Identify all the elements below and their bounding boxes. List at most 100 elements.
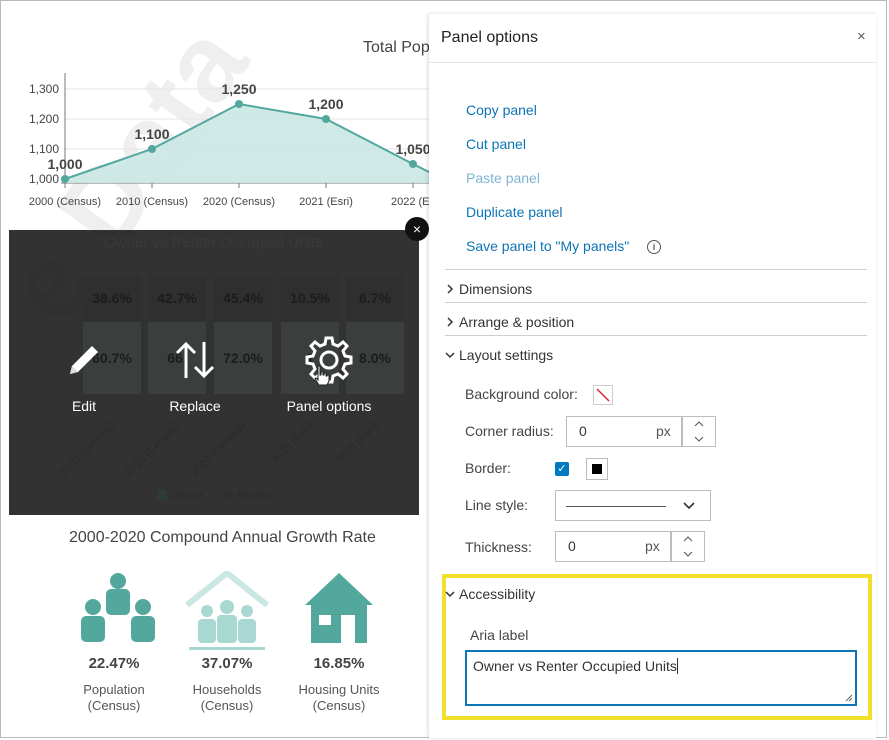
x-tick-label: 2020 (Census) xyxy=(203,196,275,208)
increment-button[interactable] xyxy=(683,417,715,432)
housing-icon xyxy=(305,573,373,643)
x-tick-label: 2021 (Esri) xyxy=(299,196,353,208)
divider xyxy=(445,335,867,336)
chevron-down-icon xyxy=(445,591,455,598)
data-label: 1,050 xyxy=(395,141,430,157)
pencil-icon xyxy=(70,346,98,374)
accessibility-label: Accessibility xyxy=(459,586,536,602)
growth-rate-title: 2000-2020 Compound Annual Growth Rate xyxy=(69,529,376,546)
overlay-close-button[interactable]: × xyxy=(405,217,429,241)
legend-owner: Owner xyxy=(171,490,204,502)
divider xyxy=(445,269,867,270)
thickness-input[interactable]: 0 px xyxy=(555,531,671,562)
thickness-stepper[interactable] xyxy=(671,531,705,562)
panel-action-overlay: 100% 80% 60% 40% 20% 0% 38.6% 60.7% 2000 (Census… xyxy=(9,230,419,515)
aria-label-value: Owner vs Renter Occupied Units xyxy=(473,658,677,674)
data-point xyxy=(322,115,330,123)
aria-label-caption: Aria label xyxy=(470,627,529,643)
paste-panel-link: Paste panel xyxy=(466,170,540,186)
area-fill xyxy=(65,104,431,183)
data-label: 1,100 xyxy=(134,126,169,142)
increment-button[interactable] xyxy=(672,532,704,547)
chevron-down-icon xyxy=(445,352,455,359)
data-point xyxy=(61,175,69,183)
text-cursor xyxy=(676,658,678,674)
background-color-swatch[interactable] xyxy=(593,385,613,405)
resize-handle-icon[interactable] xyxy=(845,694,853,702)
divider xyxy=(445,302,867,303)
x-tick-label: 2020 (Census) xyxy=(189,420,249,480)
report-canvas: e Data Total Pop 1,000 1,100 1,200 1,300 1,0… xyxy=(1,1,431,737)
dimensions-section[interactable]: Dimensions xyxy=(447,281,533,297)
decrement-button[interactable] xyxy=(672,547,704,562)
line-style-label: Line style: xyxy=(465,497,529,513)
data-label: 1,000 xyxy=(47,156,82,172)
replace-action[interactable]: Replace xyxy=(155,330,235,414)
chevron-down-icon xyxy=(683,551,693,557)
edit-action[interactable]: Edit xyxy=(49,330,119,414)
layout-settings-section[interactable]: Layout settings xyxy=(445,347,553,363)
x-tick-label: 2025 (Esri) xyxy=(269,420,316,467)
duplicate-panel-link[interactable]: Duplicate panel xyxy=(466,204,563,220)
corner-radius-input[interactable]: 0 px xyxy=(566,416,682,447)
replace-label: Replace xyxy=(169,398,221,414)
chevron-up-icon xyxy=(683,536,693,542)
bar-top-label: 6.7% xyxy=(359,290,391,306)
x-tick-label: 2010 (Census) xyxy=(123,420,183,480)
data-point xyxy=(148,145,156,153)
data-label: 1,250 xyxy=(221,81,256,97)
y-tick-label: 60% xyxy=(47,315,71,329)
color-fill xyxy=(592,464,602,474)
border-color-swatch[interactable] xyxy=(586,458,608,480)
save-panel-link[interactable]: Save panel to "My panels" xyxy=(466,238,629,254)
aria-label-textarea[interactable]: Owner vs Renter Occupied Units xyxy=(465,650,857,706)
border-label: Border: xyxy=(465,460,511,476)
households-sub: (Census) xyxy=(200,698,254,713)
households-value: 37.07% xyxy=(201,655,253,672)
panel-header: Panel options × xyxy=(429,14,876,63)
data-point xyxy=(235,100,243,108)
info-icon[interactable]: i xyxy=(647,240,661,254)
households-label: Households xyxy=(192,682,262,697)
data-label: 1,200 xyxy=(308,96,343,112)
panel-close-button[interactable]: × xyxy=(857,28,866,45)
legend-swatch-renter xyxy=(223,490,233,500)
thickness-value: 0 xyxy=(568,538,576,554)
x-tick-label: 2000 (Census) xyxy=(58,420,118,480)
chevron-up-icon xyxy=(694,421,704,427)
background-color-label: Background color: xyxy=(465,386,578,402)
swap-vertical-icon xyxy=(175,341,215,379)
arrange-section[interactable]: Arrange & position xyxy=(447,314,575,330)
thickness-label: Thickness: xyxy=(465,539,532,555)
cut-panel-link[interactable]: Cut panel xyxy=(466,136,526,152)
households-icon xyxy=(185,571,269,650)
accessibility-section[interactable]: Accessibility xyxy=(445,586,536,602)
x-tick-label: 2030 (Esri) xyxy=(334,420,381,467)
x-tick-label: 2010 (Census) xyxy=(116,196,188,208)
chevron-down-icon xyxy=(694,436,704,442)
population-value: 22.47% xyxy=(88,655,140,672)
population-label: Population xyxy=(83,682,145,697)
copy-panel-link[interactable]: Copy panel xyxy=(466,102,537,118)
no-color-icon xyxy=(596,388,610,402)
bar-top-label: 38.6% xyxy=(92,290,132,306)
decrement-button[interactable] xyxy=(683,432,715,447)
panel-options-label: Panel options xyxy=(286,398,372,414)
housing-value: 16.85% xyxy=(313,655,365,672)
arrange-label: Arrange & position xyxy=(459,314,575,330)
border-checkbox[interactable]: ✓ xyxy=(555,462,569,476)
population-sub: (Census) xyxy=(87,698,141,713)
x-tick-label: 2022 (Es xyxy=(391,196,431,208)
panel-options-action[interactable]: Panel options xyxy=(277,330,381,414)
line-style-select[interactable] xyxy=(555,490,711,521)
corner-radius-value: 0 xyxy=(579,423,587,439)
y-tick-label: 100% xyxy=(40,266,71,280)
overlay-chart-title: Owner vs Renter Occupied Units xyxy=(104,234,323,251)
y-tick-label: 1,000 xyxy=(29,172,59,186)
dimensions-label: Dimensions xyxy=(459,281,533,297)
bar-top-label: 45.4% xyxy=(223,290,263,306)
population-area-chart[interactable]: 1,0001,1001,2001,3001,0002000 (Census)1,… xyxy=(1,1,431,216)
legend-swatch-owner xyxy=(157,490,167,500)
bar-top-label: 42.7% xyxy=(157,290,197,306)
corner-radius-stepper[interactable] xyxy=(682,416,716,447)
